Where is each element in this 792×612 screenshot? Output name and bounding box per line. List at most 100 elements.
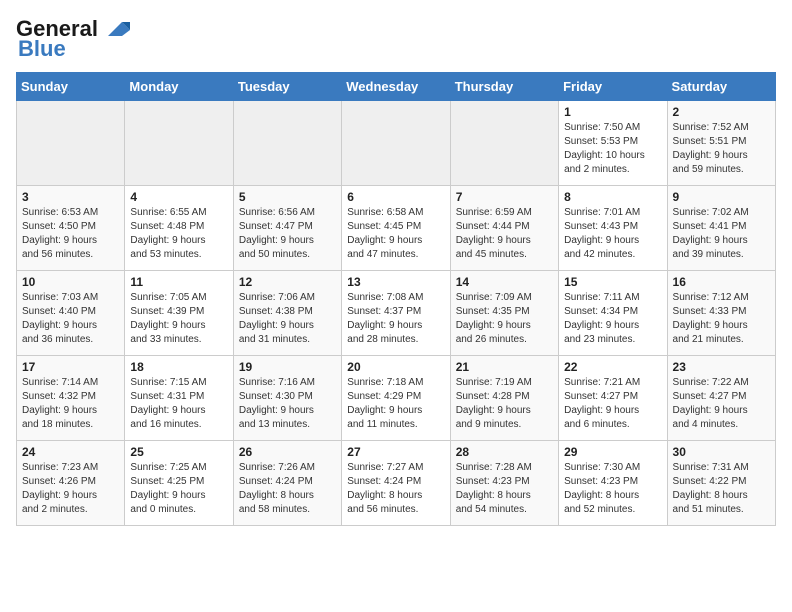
- day-number: 22: [564, 360, 661, 374]
- calendar-cell: 30 Sunrise: 7:31 AM Sunset: 4:22 PM Dayli…: [667, 441, 775, 526]
- calendar-cell: [233, 101, 341, 186]
- day-number: 10: [22, 275, 119, 289]
- calendar-cell: 13Sunrise: 7:08 AM Sunset: 4:37 PM Dayli…: [342, 271, 450, 356]
- day-info: Sunrise: 7:09 AM Sunset: 4:35 PM Dayligh…: [456, 291, 553, 347]
- day-number: 8: [564, 190, 661, 204]
- day-number: 1: [564, 105, 661, 119]
- day-info: Sunrise: 7:15 AM Sunset: 4:31 PM Dayligh…: [130, 376, 227, 432]
- calendar-cell: 18 Sunrise: 7:15 AM Sunset: 4:31 PM Dayli…: [125, 356, 233, 441]
- calendar-cell: [342, 101, 450, 186]
- calendar-cell: 23 Sunrise: 7:22 AM Sunset: 4:27 PM Dayli…: [667, 356, 775, 441]
- day-number: 14: [456, 275, 553, 289]
- day-number: 21: [456, 360, 553, 374]
- day-number: 7: [456, 190, 553, 204]
- calendar-cell: 9 Sunrise: 7:02 AM Sunset: 4:41 PM Daylig…: [667, 186, 775, 271]
- day-number: 27: [347, 445, 444, 459]
- weekday-header-friday: Friday: [559, 73, 667, 101]
- day-number: 18: [130, 360, 227, 374]
- calendar-cell: 12Sunrise: 7:06 AM Sunset: 4:38 PM Dayli…: [233, 271, 341, 356]
- calendar-cell: 3 Sunrise: 6:53 AM Sunset: 4:50 PM Daylig…: [17, 186, 125, 271]
- day-number: 15: [564, 275, 661, 289]
- day-info: Sunrise: 7:21 AM Sunset: 4:27 PM Dayligh…: [564, 376, 661, 432]
- day-number: 16: [673, 275, 770, 289]
- day-info: Sunrise: 7:31 AM Sunset: 4:22 PM Dayligh…: [673, 461, 770, 517]
- calendar-cell: 22 Sunrise: 7:21 AM Sunset: 4:27 PM Dayli…: [559, 356, 667, 441]
- calendar-cell: 1 Sunrise: 7:50 AM Sunset: 5:53 PM Daylig…: [559, 101, 667, 186]
- day-info: Sunrise: 7:18 AM Sunset: 4:29 PM Dayligh…: [347, 376, 444, 432]
- day-info: Sunrise: 6:55 AM Sunset: 4:48 PM Dayligh…: [130, 206, 227, 262]
- day-info: Sunrise: 7:06 AM Sunset: 4:38 PM Dayligh…: [239, 291, 336, 347]
- calendar-cell: 25Sunrise: 7:25 AM Sunset: 4:25 PM Dayli…: [125, 441, 233, 526]
- day-number: 3: [22, 190, 119, 204]
- weekday-header-saturday: Saturday: [667, 73, 775, 101]
- calendar-cell: 7Sunrise: 6:59 AM Sunset: 4:44 PM Daylig…: [450, 186, 558, 271]
- week-row-2: 3 Sunrise: 6:53 AM Sunset: 4:50 PM Daylig…: [17, 186, 776, 271]
- calendar-cell: 28Sunrise: 7:28 AM Sunset: 4:23 PM Dayli…: [450, 441, 558, 526]
- calendar-cell: 24 Sunrise: 7:23 AM Sunset: 4:26 PM Dayli…: [17, 441, 125, 526]
- day-number: 25: [130, 445, 227, 459]
- calendar-cell: 8 Sunrise: 7:01 AM Sunset: 4:43 PM Daylig…: [559, 186, 667, 271]
- weekday-header-tuesday: Tuesday: [233, 73, 341, 101]
- logo-icon: [100, 18, 130, 40]
- day-info: Sunrise: 7:02 AM Sunset: 4:41 PM Dayligh…: [673, 206, 770, 262]
- week-row-5: 24 Sunrise: 7:23 AM Sunset: 4:26 PM Dayli…: [17, 441, 776, 526]
- week-row-4: 17 Sunrise: 7:14 AM Sunset: 4:32 PM Dayli…: [17, 356, 776, 441]
- calendar-cell: 20 Sunrise: 7:18 AM Sunset: 4:29 PM Dayli…: [342, 356, 450, 441]
- calendar-cell: 14 Sunrise: 7:09 AM Sunset: 4:35 PM Dayli…: [450, 271, 558, 356]
- day-number: 6: [347, 190, 444, 204]
- calendar-cell: 19 Sunrise: 7:16 AM Sunset: 4:30 PM Dayli…: [233, 356, 341, 441]
- day-info: Sunrise: 7:50 AM Sunset: 5:53 PM Dayligh…: [564, 121, 661, 177]
- weekday-header-thursday: Thursday: [450, 73, 558, 101]
- weekday-header-monday: Monday: [125, 73, 233, 101]
- day-info: Sunrise: 7:11 AM Sunset: 4:34 PM Dayligh…: [564, 291, 661, 347]
- day-info: Sunrise: 7:14 AM Sunset: 4:32 PM Dayligh…: [22, 376, 119, 432]
- weekday-header-wednesday: Wednesday: [342, 73, 450, 101]
- day-number: 11: [130, 275, 227, 289]
- day-number: 20: [347, 360, 444, 374]
- calendar-cell: [17, 101, 125, 186]
- day-number: 17: [22, 360, 119, 374]
- week-row-3: 10 Sunrise: 7:03 AM Sunset: 4:40 PM Dayli…: [17, 271, 776, 356]
- day-number: 9: [673, 190, 770, 204]
- calendar-table: SundayMondayTuesdayWednesdayThursdayFrid…: [16, 72, 776, 526]
- calendar-cell: 27 Sunrise: 7:27 AM Sunset: 4:24 PM Dayli…: [342, 441, 450, 526]
- day-info: Sunrise: 7:23 AM Sunset: 4:26 PM Dayligh…: [22, 461, 119, 517]
- calendar-cell: [125, 101, 233, 186]
- calendar-cell: 17 Sunrise: 7:14 AM Sunset: 4:32 PM Dayli…: [17, 356, 125, 441]
- calendar-cell: 6 Sunrise: 6:58 AM Sunset: 4:45 PM Daylig…: [342, 186, 450, 271]
- logo: General Blue: [16, 16, 130, 62]
- calendar-cell: 10 Sunrise: 7:03 AM Sunset: 4:40 PM Dayli…: [17, 271, 125, 356]
- day-info: Sunrise: 7:16 AM Sunset: 4:30 PM Dayligh…: [239, 376, 336, 432]
- day-number: 30: [673, 445, 770, 459]
- day-info: Sunrise: 7:05 AM Sunset: 4:39 PM Dayligh…: [130, 291, 227, 347]
- week-row-1: 1 Sunrise: 7:50 AM Sunset: 5:53 PM Daylig…: [17, 101, 776, 186]
- day-number: 5: [239, 190, 336, 204]
- page-header: General Blue: [16, 16, 776, 62]
- day-info: Sunrise: 7:30 AM Sunset: 4:23 PM Dayligh…: [564, 461, 661, 517]
- day-info: Sunrise: 7:22 AM Sunset: 4:27 PM Dayligh…: [673, 376, 770, 432]
- calendar-cell: 2 Sunrise: 7:52 AM Sunset: 5:51 PM Daylig…: [667, 101, 775, 186]
- day-number: 2: [673, 105, 770, 119]
- calendar-cell: 5Sunrise: 6:56 AM Sunset: 4:47 PM Daylig…: [233, 186, 341, 271]
- calendar-cell: 11 Sunrise: 7:05 AM Sunset: 4:39 PM Dayli…: [125, 271, 233, 356]
- day-number: 19: [239, 360, 336, 374]
- day-info: Sunrise: 7:26 AM Sunset: 4:24 PM Dayligh…: [239, 461, 336, 517]
- calendar-cell: 15 Sunrise: 7:11 AM Sunset: 4:34 PM Dayli…: [559, 271, 667, 356]
- weekday-header-sunday: Sunday: [17, 73, 125, 101]
- header-row: SundayMondayTuesdayWednesdayThursdayFrid…: [17, 73, 776, 101]
- day-info: Sunrise: 7:27 AM Sunset: 4:24 PM Dayligh…: [347, 461, 444, 517]
- calendar-cell: 21 Sunrise: 7:19 AM Sunset: 4:28 PM Dayli…: [450, 356, 558, 441]
- day-info: Sunrise: 6:53 AM Sunset: 4:50 PM Dayligh…: [22, 206, 119, 262]
- day-info: Sunrise: 7:03 AM Sunset: 4:40 PM Dayligh…: [22, 291, 119, 347]
- day-number: 4: [130, 190, 227, 204]
- day-number: 23: [673, 360, 770, 374]
- day-info: Sunrise: 6:58 AM Sunset: 4:45 PM Dayligh…: [347, 206, 444, 262]
- logo-blue: Blue: [18, 36, 66, 62]
- day-info: Sunrise: 7:19 AM Sunset: 4:28 PM Dayligh…: [456, 376, 553, 432]
- calendar-cell: 4 Sunrise: 6:55 AM Sunset: 4:48 PM Daylig…: [125, 186, 233, 271]
- day-number: 28: [456, 445, 553, 459]
- day-info: Sunrise: 7:52 AM Sunset: 5:51 PM Dayligh…: [673, 121, 770, 177]
- day-number: 24: [22, 445, 119, 459]
- day-info: Sunrise: 7:01 AM Sunset: 4:43 PM Dayligh…: [564, 206, 661, 262]
- day-number: 13: [347, 275, 444, 289]
